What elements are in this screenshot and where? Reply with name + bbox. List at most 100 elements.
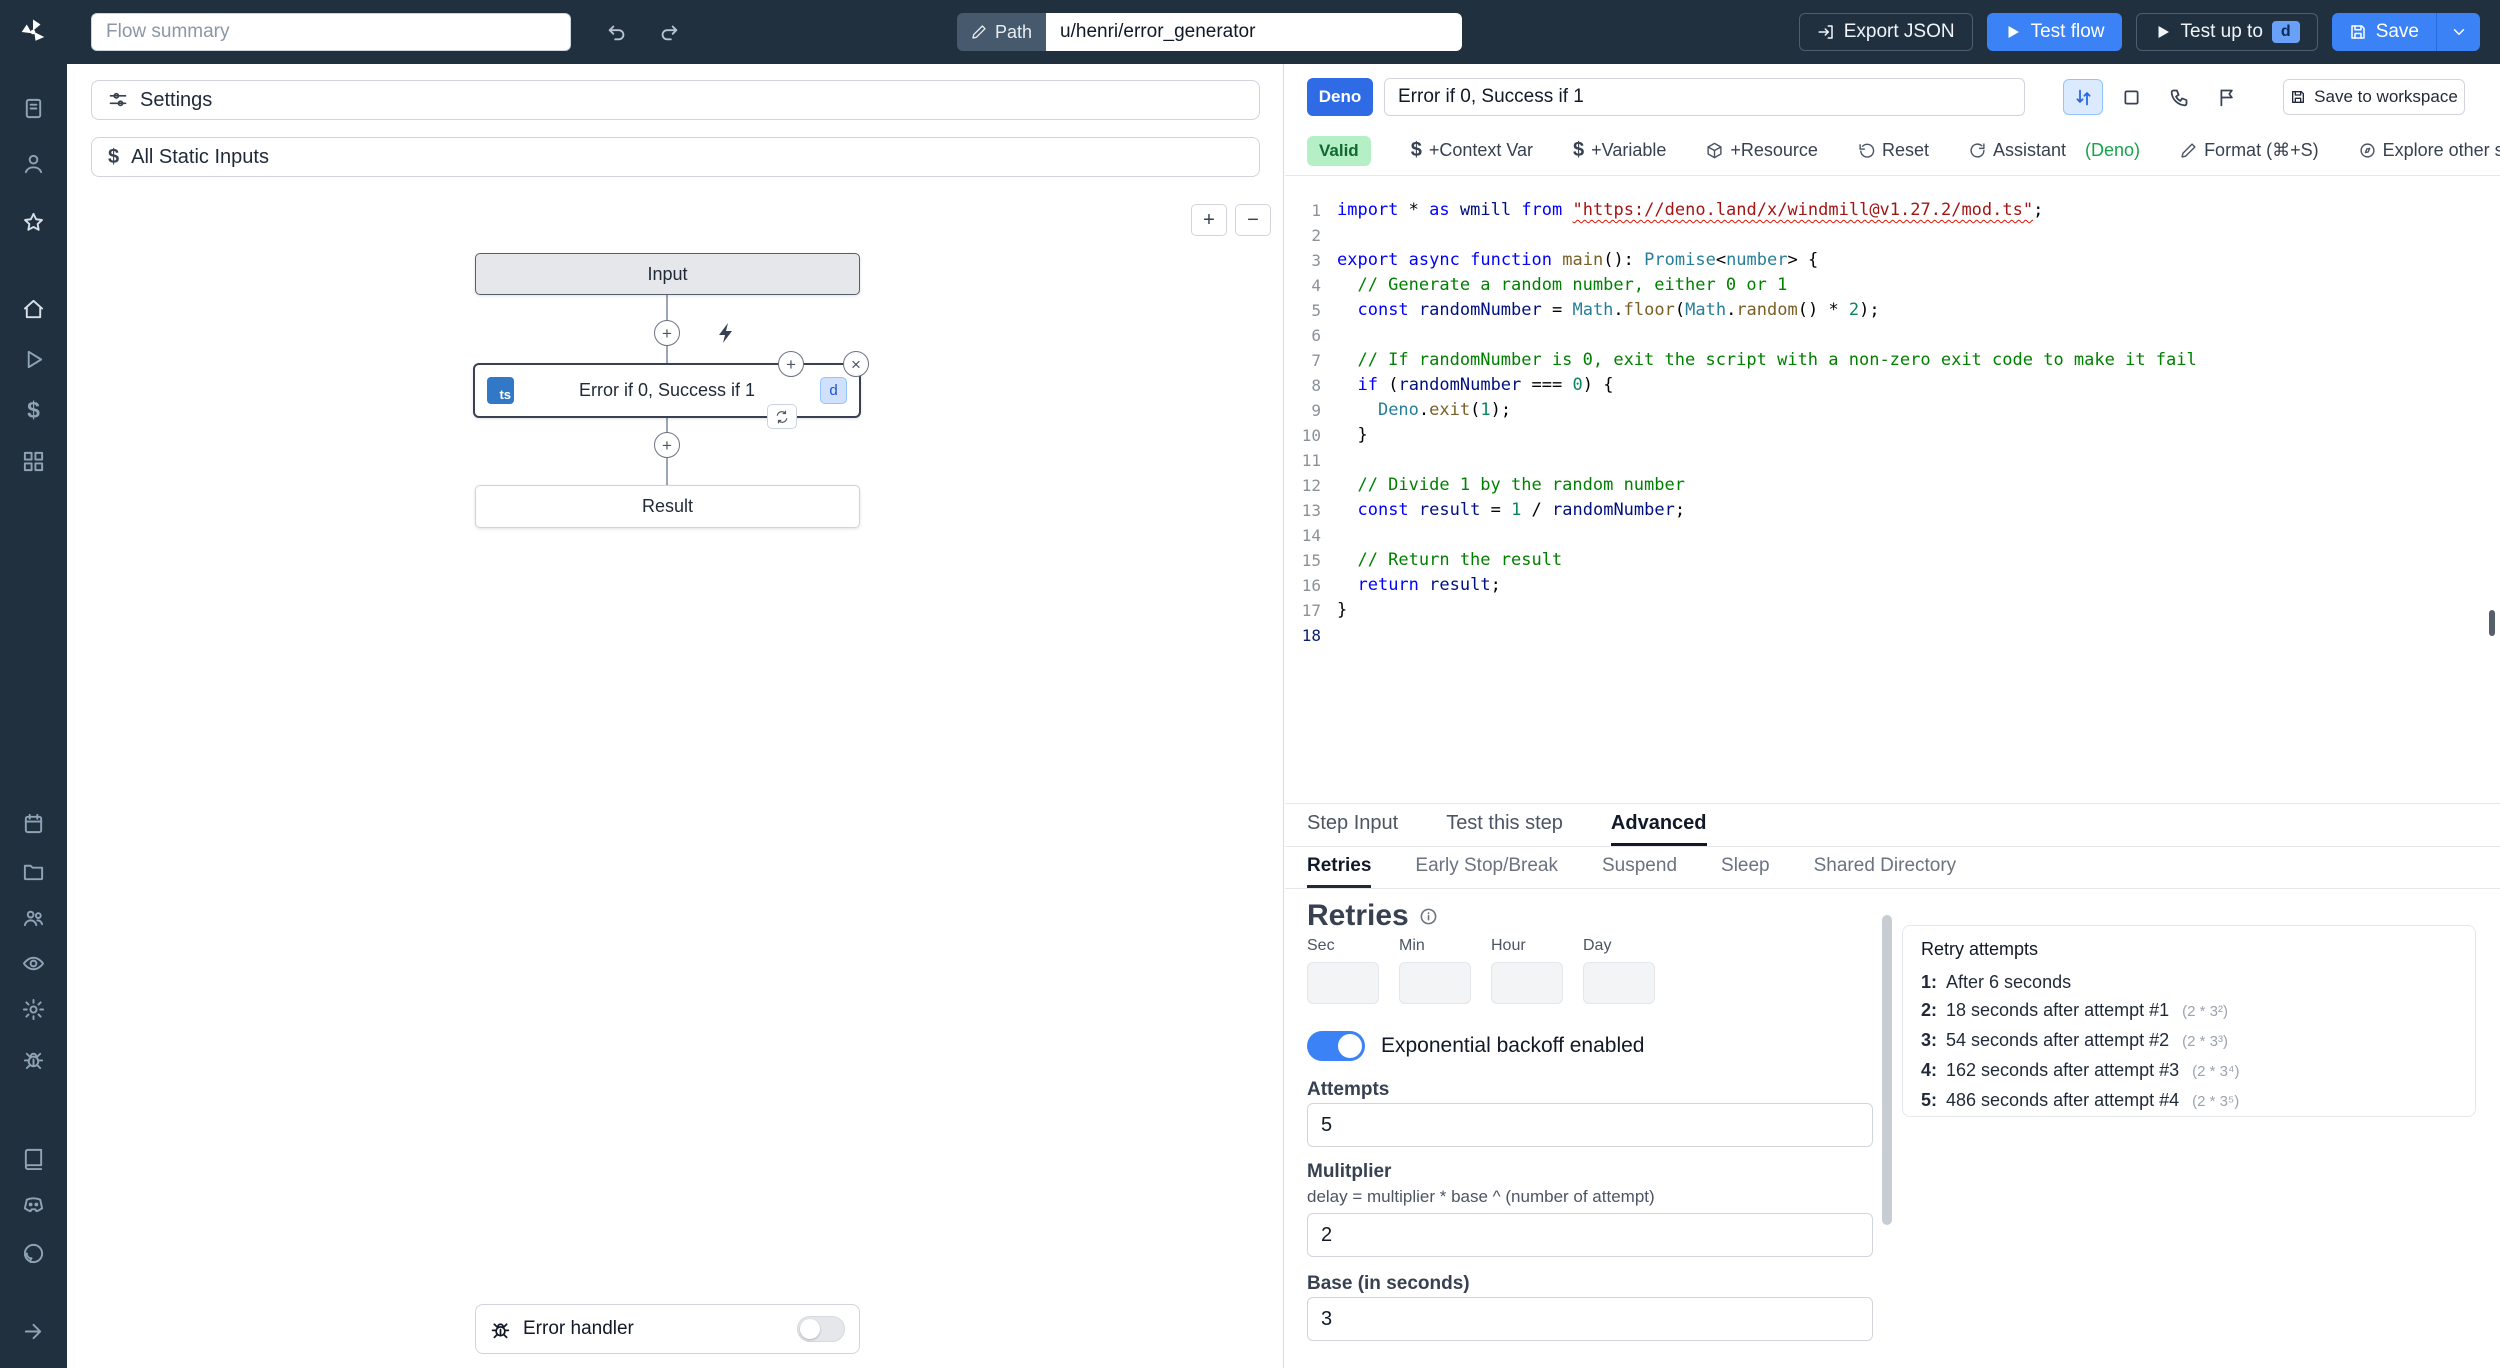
retries-title: Retries [1307, 899, 1438, 933]
code-line[interactable]: 13 const result = 1 / randomNumber; [1285, 498, 2500, 523]
webhook-button[interactable] [2159, 79, 2199, 115]
code-line[interactable]: 7 // If randomNumber is 0, exit the scri… [1285, 348, 2500, 373]
reset-button[interactable]: Reset [1858, 140, 1929, 161]
info-icon[interactable] [1419, 907, 1438, 926]
code-line[interactable]: 9 Deno.exit(1); [1285, 398, 2500, 423]
folders-icon[interactable] [21, 858, 47, 884]
compass-icon [2359, 143, 2375, 158]
code-line[interactable]: 8 if (randomNumber === 0) { [1285, 373, 2500, 398]
code-line[interactable]: 15 // Return the result [1285, 548, 2500, 573]
retries-panel: Retries Sec Min Hour Day Exponential backof… [1285, 889, 2500, 1368]
add-step-button[interactable]: + [654, 432, 680, 458]
result-node[interactable]: Result [475, 485, 860, 528]
settings-button[interactable]: Settings [91, 80, 1260, 120]
tab-test-this-step[interactable]: Test this step [1446, 804, 1563, 846]
discord-icon[interactable] [21, 1191, 47, 1217]
test-flow-button[interactable]: Test flow [1986, 13, 2122, 51]
code-line[interactable]: 10 } [1285, 423, 2500, 448]
subtab-early-stop-break[interactable]: Early Stop/Break [1415, 847, 1558, 888]
windmill-logo-icon[interactable] [14, 13, 52, 51]
groups-icon[interactable] [21, 904, 47, 930]
expand-editor-button[interactable] [2111, 79, 2151, 115]
workers-icon[interactable] [21, 1046, 47, 1072]
code-line[interactable]: 18 [1285, 623, 2500, 648]
add-resource-button[interactable]: +Resource [1706, 140, 1818, 161]
code-line[interactable]: 5 const randomNumber = Math.floor(Math.r… [1285, 298, 2500, 323]
remove-step-button[interactable]: × [843, 351, 869, 377]
save-icon [2350, 25, 2365, 39]
schedules-icon[interactable] [21, 810, 47, 836]
path-input[interactable] [1046, 13, 1463, 51]
redo-button[interactable] [650, 16, 688, 48]
trigger-bolt-icon[interactable] [715, 321, 739, 345]
swap-editor-button[interactable] [2063, 79, 2103, 115]
retry-hour-input[interactable] [1491, 962, 1563, 1004]
add-variable-button[interactable]: $ +Variable [1573, 139, 1666, 162]
subtab-retries[interactable]: Retries [1307, 847, 1372, 888]
retry-day-input[interactable] [1583, 962, 1655, 1004]
tab-advanced[interactable]: Advanced [1610, 804, 1707, 846]
add-context-var-button[interactable]: $ +Context Var [1411, 139, 1533, 162]
code-line[interactable]: 2 [1285, 223, 2500, 248]
retry-interval-field: Day [1583, 937, 1655, 1004]
code-line[interactable]: 12 // Divide 1 by the random number [1285, 473, 2500, 498]
zoom-out-button[interactable]: − [1235, 204, 1271, 236]
home-icon[interactable] [21, 296, 47, 322]
retry-sec-input[interactable] [1307, 962, 1379, 1004]
format-button[interactable]: Format (⌘+S) [2180, 140, 2319, 161]
code-editor[interactable]: 1 import * as wmill from "https://deno.la… [1285, 176, 2500, 803]
github-icon[interactable] [21, 1240, 47, 1266]
script-name-input[interactable] [1384, 78, 2025, 116]
form-scrollbar-thumb[interactable] [1882, 915, 1892, 1225]
base-input[interactable] [1307, 1297, 1873, 1341]
subtab-sleep[interactable]: Sleep [1721, 847, 1770, 888]
audit-logs-icon[interactable] [21, 950, 47, 976]
variables-icon[interactable]: $ [21, 397, 47, 423]
save-dropdown-button[interactable] [2436, 13, 2480, 51]
error-handler-toggle[interactable] [797, 1316, 845, 1342]
test-up-to-button[interactable]: Test up to d [2135, 13, 2318, 51]
collapse-sidebar-icon[interactable] [21, 1318, 47, 1344]
retry-min-input[interactable] [1399, 962, 1471, 1004]
explore-scripts-button[interactable]: Explore other s [2359, 140, 2500, 161]
editor-scrollbar-thumb[interactable] [2489, 610, 2495, 636]
flow-summary-input[interactable] [91, 13, 571, 51]
undo-button[interactable] [598, 16, 636, 48]
code-line[interactable]: 1 import * as wmill from "https://deno.la… [1285, 198, 2500, 223]
exponential-backoff-toggle[interactable] [1307, 1031, 1365, 1061]
code-line[interactable]: 4 // Generate a random number, either 0 … [1285, 273, 2500, 298]
code-line[interactable]: 6 [1285, 323, 2500, 348]
docs-icon[interactable] [21, 1145, 47, 1171]
all-static-inputs-button[interactable]: $ All Static Inputs [91, 137, 1260, 177]
account-icon[interactable] [21, 150, 47, 176]
assistant-button[interactable]: Assistant (Deno) [1969, 140, 2140, 161]
line-number: 1 [1311, 201, 1321, 220]
code-line[interactable]: 16 return result; [1285, 573, 2500, 598]
code-line[interactable]: 11 [1285, 448, 2500, 473]
trigger-button[interactable] [2207, 79, 2247, 115]
settings-icon[interactable] [21, 996, 47, 1022]
line-number: 14 [1301, 526, 1321, 545]
export-json-button[interactable]: Export JSON [1798, 13, 1973, 51]
add-step-button[interactable]: + [654, 320, 680, 346]
scripts-icon[interactable] [21, 95, 47, 121]
save-button[interactable]: Save [2331, 13, 2436, 51]
time-label-sec: Sec [1307, 937, 1335, 954]
runs-icon[interactable] [21, 346, 47, 372]
save-to-workspace-button[interactable]: Save to workspace [2283, 79, 2465, 115]
favorites-icon[interactable] [21, 209, 47, 235]
step-node[interactable]: ts Error if 0, Success if 1 d + × [473, 351, 869, 429]
code-line[interactable]: 17} [1285, 598, 2500, 623]
input-node[interactable]: Input [475, 253, 860, 295]
multiplier-input[interactable] [1307, 1213, 1873, 1257]
tab-step-input[interactable]: Step Input [1307, 804, 1398, 846]
subtab-shared-directory[interactable]: Shared Directory [1814, 847, 1957, 888]
subtab-suspend[interactable]: Suspend [1602, 847, 1677, 888]
code-line[interactable]: 14 [1285, 523, 2500, 548]
resources-icon[interactable] [21, 448, 47, 474]
code-line[interactable]: 3 export async function main(): Promise<n… [1285, 248, 2500, 273]
zoom-in-button[interactable]: + [1191, 204, 1227, 236]
restart-step-button[interactable] [767, 404, 797, 429]
add-parallel-branch-button[interactable]: + [778, 351, 804, 377]
attempts-input[interactable] [1307, 1103, 1873, 1147]
